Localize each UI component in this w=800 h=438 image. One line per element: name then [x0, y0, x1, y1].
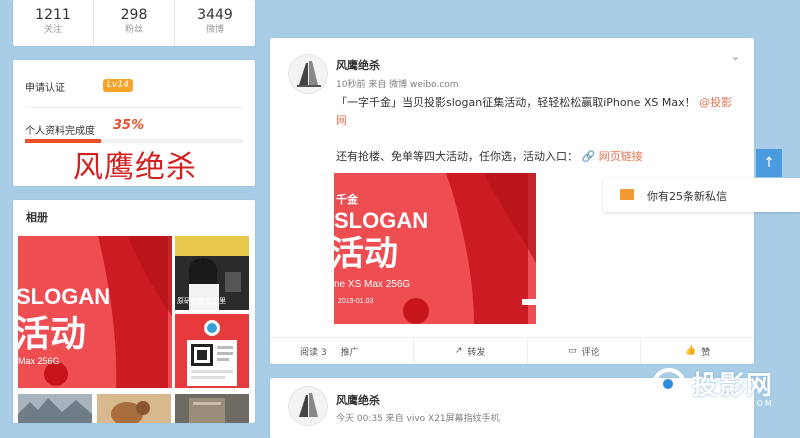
level-badge[interactable]: Lv14 [103, 79, 133, 92]
profile-stats: 1211 关注 298 粉丝 3449 微博 [13, 0, 255, 46]
image-slogan: SLOGAN [334, 208, 428, 233]
photo-caption: 原研的就在这里 [177, 296, 226, 305]
logo-dot [663, 379, 673, 389]
stat-label: 关注 [43, 25, 62, 35]
image-word: 活动 [334, 234, 398, 274]
stat-followers[interactable]: 298 粉丝 [94, 0, 175, 46]
album-photo-art: 原研的就在这里 [175, 236, 249, 310]
stat-value: 298 [120, 7, 148, 23]
stat-posts[interactable]: 3449 微博 [175, 0, 255, 46]
like-button[interactable]: 👍 赞 [641, 338, 754, 364]
album-photo[interactable] [97, 394, 171, 423]
album-photo-art [175, 394, 249, 423]
album-title[interactable]: 相册 [26, 209, 48, 225]
stat-value: 3449 [197, 7, 233, 23]
comment-label: 评论 [581, 347, 600, 358]
image-tag: 千金 [336, 192, 359, 206]
album-photo[interactable] [175, 314, 249, 388]
post-actions: 阅读 3 推广 ↗ 转发 ▭ 评论 👍 赞 [270, 337, 754, 364]
avatar[interactable] [288, 54, 328, 94]
album-photo-art [175, 314, 249, 388]
forward-icon: ↗ [454, 346, 463, 356]
web-link[interactable]: 🔗 网页链接 [582, 150, 643, 163]
arrow-up-icon: ↑ [763, 155, 775, 171]
photo-slogan: SLOGAN [18, 284, 110, 309]
logo-name: 投影网 [692, 371, 774, 401]
album-photo-art [18, 394, 92, 423]
photo-sub: Max 256G [18, 356, 60, 366]
album-photo[interactable]: SLOGAN 活动 Max 256G [18, 236, 172, 388]
profile-cert-card: 申请认证 Lv14 个人资料完成度 35% 风鹰绝杀 [13, 60, 255, 186]
stat-label: 粉丝 [124, 25, 143, 35]
completion-percent: 35% [113, 118, 145, 133]
post-image-art: 千金 SLOGAN 活动 ne XS Max 256G 2019-01.03 [334, 173, 536, 324]
post-body: 「一字千金」当贝投影slogan征集活动，轻轻松松赢取iPhone XS Max… [336, 94, 736, 166]
envelope-icon [620, 189, 634, 200]
avatar-image [289, 55, 327, 93]
stat-following[interactable]: 1211 关注 [13, 0, 94, 46]
read-count: 阅读 3 [300, 347, 327, 358]
album-photo-art [97, 394, 171, 423]
comment-icon: ▭ [568, 346, 577, 356]
post-meta: 10秒前 来自 微博 weibo.com [336, 80, 459, 90]
read-promote-group: 阅读 3 推广 [270, 338, 414, 364]
image-date: 2019-01.03 [338, 298, 374, 305]
album-photo-art: SLOGAN 活动 Max 256G [18, 236, 172, 388]
album-photo[interactable] [18, 394, 92, 423]
post-text-second: 还有抢楼、免单等四大活动，任你选，活动入口： [336, 150, 578, 163]
forward-button[interactable]: ↗ 转发 [414, 338, 528, 364]
back-to-top-button[interactable]: ↑ [756, 149, 782, 177]
link-icon: 🔗 [581, 150, 596, 163]
divider [25, 107, 243, 108]
stat-value: 1211 [35, 7, 71, 23]
post-author[interactable]: 风鹰绝杀 [336, 392, 380, 408]
completion-label: 个人资料完成度 [25, 126, 95, 137]
promote-button[interactable]: 推广 [341, 345, 359, 358]
site-logo: 投影网 TOUYING.COM [650, 365, 800, 423]
apply-cert-link[interactable]: 申请认证 [25, 79, 65, 94]
image-model: ne XS Max 256G [334, 279, 410, 290]
album-photo[interactable] [175, 394, 249, 423]
logo-domain: TOUYING.COM [694, 399, 774, 408]
post-meta: 今天 00:35 来自 vivo X21屏幕指纹手机 [336, 414, 500, 424]
photo-word: 活动 [18, 314, 86, 355]
like-label: 赞 [701, 347, 711, 358]
message-text: 你有25条新私信 [647, 190, 727, 203]
album-photo[interactable]: 原研的就在这里 [175, 236, 249, 310]
chevron-down-icon[interactable]: ⌄ [731, 50, 740, 63]
web-link-label: 网页链接 [598, 150, 643, 163]
avatar-image [289, 387, 327, 425]
avatar[interactable] [288, 386, 328, 426]
watermark-text: 风鹰绝杀 [73, 150, 197, 185]
album-card: 相册 SLOGAN 活动 Max 256G 原研的就在这里 [13, 200, 255, 423]
message-notification[interactable]: 你有25条新私信 [603, 178, 800, 212]
post-text: 「一字千金」当贝投影slogan征集活动，轻轻松松赢取iPhone XS Max… [336, 96, 696, 109]
forward-label: 转发 [467, 347, 486, 358]
thumbs-up-icon: 👍 [685, 346, 697, 356]
comment-button[interactable]: ▭ 评论 [528, 338, 642, 364]
post-image[interactable]: 千金 SLOGAN 活动 ne XS Max 256G 2019-01.03 [334, 173, 536, 324]
stat-label: 微博 [205, 25, 224, 35]
post-author[interactable]: 风鹰绝杀 [336, 57, 380, 73]
